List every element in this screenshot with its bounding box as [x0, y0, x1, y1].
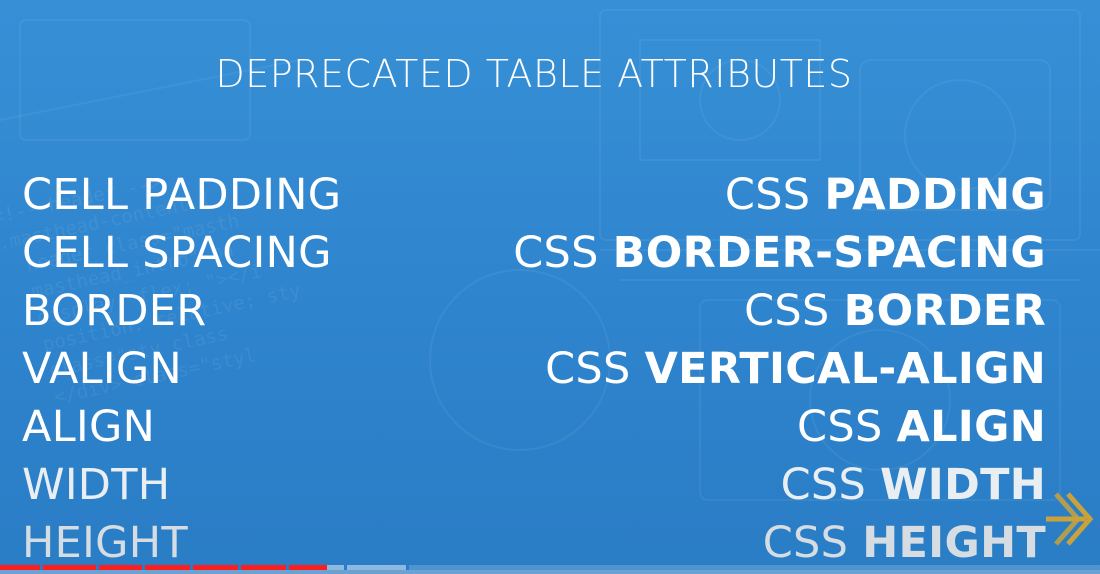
- css-replacement: CSS PADDING: [513, 166, 1046, 224]
- css-property: VERTICAL-ALIGN: [644, 344, 1046, 394]
- deprecated-attributes-list: CELL PADDING CELL SPACING BORDER VALIGN …: [22, 166, 341, 572]
- css-prefix: CSS: [513, 228, 599, 278]
- slide-title: DEPRECATED TABLE ATTRIBUTES: [215, 52, 853, 96]
- deprecated-attribute: BORDER: [22, 286, 207, 336]
- css-prefix: CSS: [744, 286, 830, 336]
- bottom-strip: [0, 570, 1100, 574]
- slide: <!-- header --> .masthead-content { head…: [0, 0, 1100, 574]
- css-property: HEIGHT: [862, 518, 1046, 568]
- deprecated-attribute: WIDTH: [22, 460, 171, 510]
- css-prefix: CSS: [797, 402, 883, 452]
- css-replacement: CSS WIDTH: [513, 456, 1046, 514]
- css-property: ALIGN: [896, 402, 1046, 452]
- css-replacement: CSS ALIGN: [513, 398, 1046, 456]
- css-property: PADDING: [824, 170, 1046, 220]
- deprecated-attribute: HEIGHT: [22, 518, 188, 568]
- css-prefix: CSS: [545, 344, 631, 394]
- css-replacement: CSS BORDER-SPACING: [513, 224, 1046, 282]
- css-prefix: CSS: [762, 518, 849, 568]
- css-property: WIDTH: [880, 460, 1046, 510]
- css-replacement: CSS HEIGHT: [513, 514, 1046, 572]
- css-prefix: CSS: [780, 460, 867, 510]
- css-prefix: CSS: [724, 170, 811, 220]
- deprecated-attribute: CELL PADDING: [22, 170, 342, 220]
- deprecated-attribute: CELL SPACING: [22, 228, 332, 278]
- css-replacement: CSS VERTICAL-ALIGN: [513, 340, 1046, 398]
- css-property: BORDER-SPACING: [612, 228, 1046, 278]
- deprecated-attribute: ALIGN: [22, 402, 156, 452]
- css-replacements-list: CSS PADDING CSS BORDER-SPACING CSS BORDE…: [513, 166, 1046, 572]
- css-property: BORDER: [843, 286, 1046, 336]
- css-replacement: CSS BORDER: [513, 282, 1046, 340]
- deprecated-attribute: VALIGN: [22, 344, 183, 394]
- forward-arrow-icon: [1046, 492, 1094, 546]
